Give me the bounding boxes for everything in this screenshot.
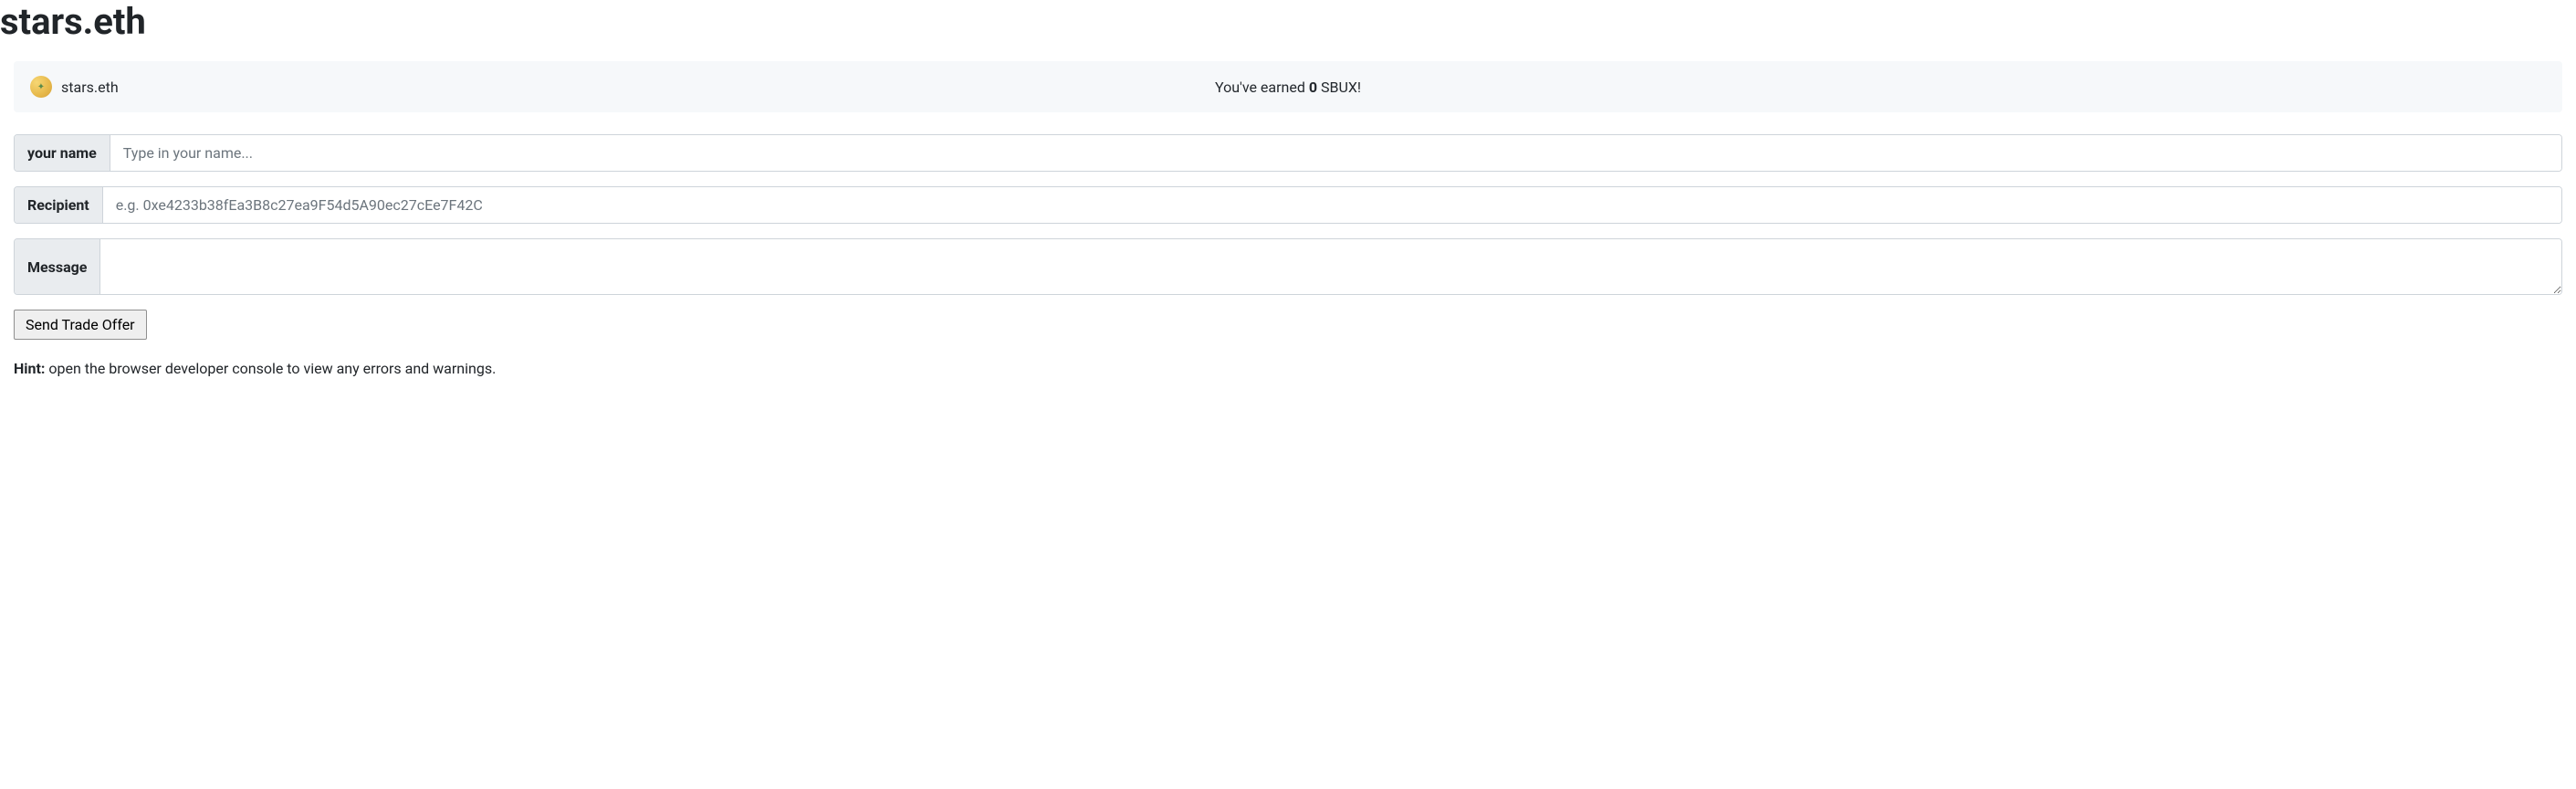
recipient-input[interactable] (103, 187, 2561, 223)
name-label: your name (15, 135, 110, 171)
name-input-group: your name (14, 134, 2562, 172)
message-textarea[interactable] (100, 239, 2561, 294)
status-bar: stars.eth You've earned 0 SBUX! (14, 61, 2562, 112)
earned-suffix: SBUX! (1317, 79, 1361, 96)
hint-text: Hint: open the browser developer console… (14, 358, 2562, 380)
earned-prefix: You've earned (1215, 79, 1309, 96)
send-trade-offer-button[interactable]: Send Trade Offer (14, 310, 147, 340)
message-input-group: Message (14, 238, 2562, 295)
recipient-label: Recipient (15, 187, 103, 223)
name-input[interactable] (110, 135, 2561, 171)
message-label: Message (15, 239, 100, 294)
hint-body: open the browser developer console to vi… (45, 360, 496, 377)
earned-amount: 0 (1309, 79, 1317, 96)
page-title: stars.eth (0, 0, 2576, 43)
avatar-icon (30, 76, 52, 98)
earned-text: You've earned 0 SBUX! (1215, 79, 1361, 96)
hint-label: Hint: (14, 360, 45, 377)
recipient-input-group: Recipient (14, 186, 2562, 224)
main-container: stars.eth You've earned 0 SBUX! your nam… (0, 61, 2576, 380)
wallet-name: stars.eth (61, 79, 119, 96)
